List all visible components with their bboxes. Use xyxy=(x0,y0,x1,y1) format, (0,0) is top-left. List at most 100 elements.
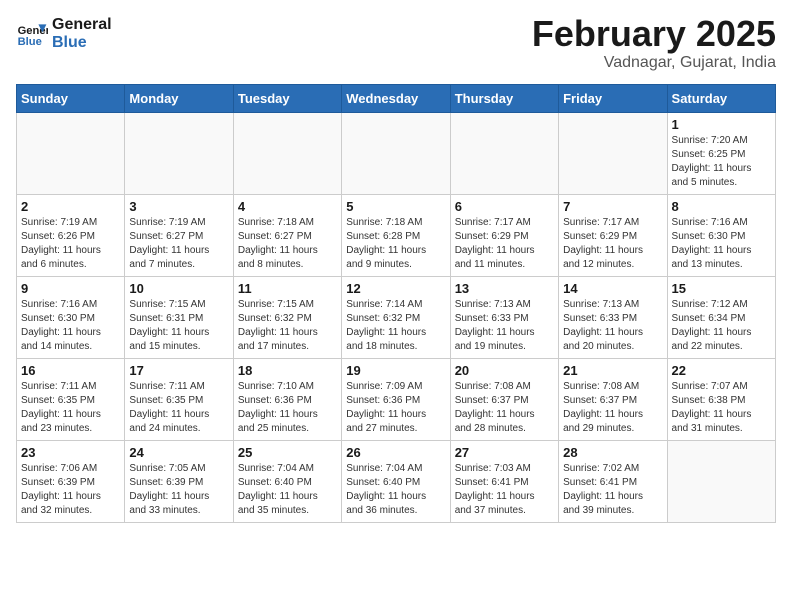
day-number: 24 xyxy=(129,445,228,460)
week-row-1: 1Sunrise: 7:20 AM Sunset: 6:25 PM Daylig… xyxy=(17,113,776,195)
day-number: 8 xyxy=(672,199,771,214)
day-number: 9 xyxy=(21,281,120,296)
day-info: Sunrise: 7:13 AM Sunset: 6:33 PM Dayligh… xyxy=(563,298,662,354)
calendar-cell xyxy=(125,113,233,195)
day-number: 7 xyxy=(563,199,662,214)
calendar-cell xyxy=(667,441,775,523)
day-info: Sunrise: 7:04 AM Sunset: 6:40 PM Dayligh… xyxy=(238,462,337,518)
calendar-cell: 3Sunrise: 7:19 AM Sunset: 6:27 PM Daylig… xyxy=(125,195,233,277)
day-info: Sunrise: 7:14 AM Sunset: 6:32 PM Dayligh… xyxy=(346,298,445,354)
day-number: 26 xyxy=(346,445,445,460)
day-number: 18 xyxy=(238,363,337,378)
calendar-cell: 22 Sunrise: 7:07 AM Sunset: 6:38 PM Dayli… xyxy=(667,359,775,441)
calendar-cell: 16 Sunrise: 7:11 AM Sunset: 6:35 PM Dayli… xyxy=(17,359,125,441)
day-info: Sunrise: 7:19 AM Sunset: 6:27 PM Dayligh… xyxy=(129,216,228,272)
week-row-4: 16 Sunrise: 7:11 AM Sunset: 6:35 PM Dayli… xyxy=(17,359,776,441)
calendar-cell xyxy=(233,113,341,195)
weekday-header-wednesday: Wednesday xyxy=(342,85,450,113)
calendar-cell: 15 Sunrise: 7:12 AM Sunset: 6:34 PM Dayli… xyxy=(667,277,775,359)
day-info: Sunrise: 7:20 AM Sunset: 6:25 PM Dayligh… xyxy=(672,134,771,190)
day-info: Sunrise: 7:02 AM Sunset: 6:41 PM Dayligh… xyxy=(563,462,662,518)
calendar-cell: 18 Sunrise: 7:10 AM Sunset: 6:36 PM Dayli… xyxy=(233,359,341,441)
day-info: Sunrise: 7:09 AM Sunset: 6:36 PM Dayligh… xyxy=(346,380,445,436)
calendar-body: 1Sunrise: 7:20 AM Sunset: 6:25 PM Daylig… xyxy=(17,113,776,523)
day-number: 5 xyxy=(346,199,445,214)
week-row-2: 2Sunrise: 7:19 AM Sunset: 6:26 PM Daylig… xyxy=(17,195,776,277)
week-row-5: 23 Sunrise: 7:06 AM Sunset: 6:39 PM Dayli… xyxy=(17,441,776,523)
day-info: Sunrise: 7:18 AM Sunset: 6:28 PM Dayligh… xyxy=(346,216,445,272)
calendar-cell: 1Sunrise: 7:20 AM Sunset: 6:25 PM Daylig… xyxy=(667,113,775,195)
day-info: Sunrise: 7:19 AM Sunset: 6:26 PM Dayligh… xyxy=(21,216,120,272)
calendar-cell: 9 Sunrise: 7:16 AM Sunset: 6:30 PM Daylig… xyxy=(17,277,125,359)
calendar-cell: 17Sunrise: 7:11 AM Sunset: 6:35 PM Dayli… xyxy=(125,359,233,441)
day-number: 20 xyxy=(455,363,554,378)
day-info: Sunrise: 7:10 AM Sunset: 6:36 PM Dayligh… xyxy=(238,380,337,436)
weekday-header-saturday: Saturday xyxy=(667,85,775,113)
logo-icon: General Blue xyxy=(16,18,48,50)
day-info: Sunrise: 7:06 AM Sunset: 6:39 PM Dayligh… xyxy=(21,462,120,518)
location-subtitle: Vadnagar, Gujarat, India xyxy=(532,54,776,72)
day-number: 12 xyxy=(346,281,445,296)
day-number: 10 xyxy=(129,281,228,296)
calendar-cell: 23 Sunrise: 7:06 AM Sunset: 6:39 PM Dayli… xyxy=(17,441,125,523)
calendar-cell: 26 Sunrise: 7:04 AM Sunset: 6:40 PM Dayli… xyxy=(342,441,450,523)
logo: General Blue General Blue xyxy=(16,16,112,52)
calendar-cell: 5 Sunrise: 7:18 AM Sunset: 6:28 PM Daylig… xyxy=(342,195,450,277)
day-info: Sunrise: 7:15 AM Sunset: 6:32 PM Dayligh… xyxy=(238,298,337,354)
week-row-3: 9 Sunrise: 7:16 AM Sunset: 6:30 PM Daylig… xyxy=(17,277,776,359)
calendar-cell: 12 Sunrise: 7:14 AM Sunset: 6:32 PM Dayli… xyxy=(342,277,450,359)
day-info: Sunrise: 7:07 AM Sunset: 6:38 PM Dayligh… xyxy=(672,380,771,436)
day-number: 13 xyxy=(455,281,554,296)
calendar-cell: 27 Sunrise: 7:03 AM Sunset: 6:41 PM Dayli… xyxy=(450,441,558,523)
logo-line2: Blue xyxy=(52,34,112,52)
calendar-cell xyxy=(342,113,450,195)
day-number: 23 xyxy=(21,445,120,460)
day-number: 15 xyxy=(672,281,771,296)
day-number: 11 xyxy=(238,281,337,296)
calendar-cell: 13Sunrise: 7:13 AM Sunset: 6:33 PM Dayli… xyxy=(450,277,558,359)
day-number: 6 xyxy=(455,199,554,214)
day-number: 22 xyxy=(672,363,771,378)
calendar-cell: 4 Sunrise: 7:18 AM Sunset: 6:27 PM Daylig… xyxy=(233,195,341,277)
calendar-cell: 20 Sunrise: 7:08 AM Sunset: 6:37 PM Dayli… xyxy=(450,359,558,441)
calendar-cell: 25Sunrise: 7:04 AM Sunset: 6:40 PM Dayli… xyxy=(233,441,341,523)
calendar-cell: 28 Sunrise: 7:02 AM Sunset: 6:41 PM Dayli… xyxy=(559,441,667,523)
calendar-cell: 2Sunrise: 7:19 AM Sunset: 6:26 PM Daylig… xyxy=(17,195,125,277)
calendar-cell xyxy=(450,113,558,195)
svg-text:Blue: Blue xyxy=(18,36,42,48)
day-info: Sunrise: 7:17 AM Sunset: 6:29 PM Dayligh… xyxy=(563,216,662,272)
day-number: 28 xyxy=(563,445,662,460)
title-area: February 2025 Vadnagar, Gujarat, India xyxy=(532,16,776,72)
calendar-cell: 19 Sunrise: 7:09 AM Sunset: 6:36 PM Dayli… xyxy=(342,359,450,441)
day-number: 4 xyxy=(238,199,337,214)
day-info: Sunrise: 7:18 AM Sunset: 6:27 PM Dayligh… xyxy=(238,216,337,272)
day-number: 19 xyxy=(346,363,445,378)
calendar-cell: 7 Sunrise: 7:17 AM Sunset: 6:29 PM Daylig… xyxy=(559,195,667,277)
day-info: Sunrise: 7:08 AM Sunset: 6:37 PM Dayligh… xyxy=(563,380,662,436)
calendar-cell: 21 Sunrise: 7:08 AM Sunset: 6:37 PM Dayli… xyxy=(559,359,667,441)
day-number: 14 xyxy=(563,281,662,296)
day-info: Sunrise: 7:11 AM Sunset: 6:35 PM Dayligh… xyxy=(21,380,120,436)
weekday-header-thursday: Thursday xyxy=(450,85,558,113)
calendar-cell: 14 Sunrise: 7:13 AM Sunset: 6:33 PM Dayli… xyxy=(559,277,667,359)
day-info: Sunrise: 7:17 AM Sunset: 6:29 PM Dayligh… xyxy=(455,216,554,272)
day-info: Sunrise: 7:16 AM Sunset: 6:30 PM Dayligh… xyxy=(21,298,120,354)
calendar-cell: 10 Sunrise: 7:15 AM Sunset: 6:31 PM Dayli… xyxy=(125,277,233,359)
day-info: Sunrise: 7:08 AM Sunset: 6:37 PM Dayligh… xyxy=(455,380,554,436)
weekday-header-monday: Monday xyxy=(125,85,233,113)
weekday-header-sunday: Sunday xyxy=(17,85,125,113)
day-number: 21 xyxy=(563,363,662,378)
weekday-header-friday: Friday xyxy=(559,85,667,113)
day-info: Sunrise: 7:12 AM Sunset: 6:34 PM Dayligh… xyxy=(672,298,771,354)
logo-line1: General xyxy=(52,16,112,34)
calendar-cell xyxy=(17,113,125,195)
day-info: Sunrise: 7:03 AM Sunset: 6:41 PM Dayligh… xyxy=(455,462,554,518)
day-info: Sunrise: 7:04 AM Sunset: 6:40 PM Dayligh… xyxy=(346,462,445,518)
day-info: Sunrise: 7:15 AM Sunset: 6:31 PM Dayligh… xyxy=(129,298,228,354)
month-title: February 2025 xyxy=(532,16,776,52)
weekday-header-tuesday: Tuesday xyxy=(233,85,341,113)
header: General Blue General Blue February 2025 … xyxy=(16,16,776,72)
day-number: 16 xyxy=(21,363,120,378)
day-info: Sunrise: 7:11 AM Sunset: 6:35 PM Dayligh… xyxy=(129,380,228,436)
day-number: 27 xyxy=(455,445,554,460)
